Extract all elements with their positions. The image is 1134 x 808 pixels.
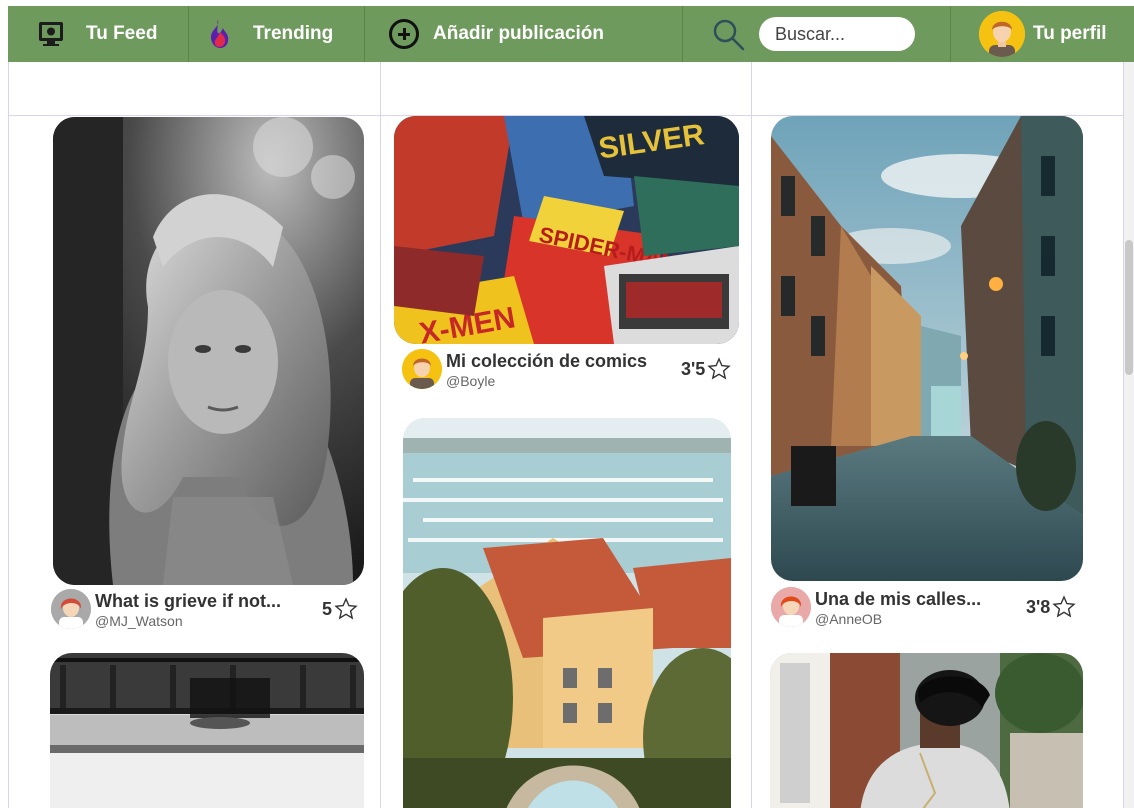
search-icon[interactable] (711, 17, 745, 51)
rating-value: 3'5 (681, 358, 706, 379)
column-divider (8, 62, 9, 808)
scrollbar-thumb[interactable] (1125, 240, 1133, 375)
author-avatar[interactable] (402, 349, 442, 389)
nav-add-post-button[interactable]: Añadir publicación (365, 6, 683, 62)
post-rating: 3'5 (681, 357, 731, 381)
top-navbar: Tu Feed Trending Añadir publicación Busc… (8, 6, 1134, 62)
nav-profile-label: Tu perfil (1033, 23, 1107, 44)
plus-circle-icon (389, 19, 419, 49)
scrollbar-track[interactable] (1124, 62, 1134, 808)
user-avatar (979, 11, 1025, 57)
post-image-man-cap[interactable] (770, 653, 1083, 808)
star-icon[interactable] (334, 597, 358, 621)
nav-add-post-label: Añadir publicación (433, 23, 605, 44)
post-rating: 5 (322, 597, 358, 621)
post-meta: Una de mis calles... @AnneOB (771, 587, 981, 627)
post-title[interactable]: Mi colección de comics (446, 349, 647, 373)
computer-icon (38, 21, 64, 47)
column-divider (380, 62, 381, 808)
flame-icon (207, 19, 231, 49)
post-title[interactable]: What is grieve if not... (95, 589, 281, 613)
nav-feed-label: Tu Feed (86, 23, 158, 44)
post-username[interactable]: @Boyle (446, 373, 647, 389)
nav-profile-button[interactable]: Tu perfil (951, 6, 1134, 62)
post-title[interactable]: Una de mis calles... (815, 587, 981, 611)
nav-trending-button[interactable]: Trending (189, 6, 365, 62)
post-image-comics[interactable]: SILVER SPIDER-MAN X-MEN (394, 116, 739, 344)
rating-value: 5 (322, 598, 333, 619)
author-avatar[interactable] (51, 589, 91, 629)
star-icon[interactable] (1052, 595, 1076, 619)
author-avatar[interactable] (771, 587, 811, 627)
nav-trending-label: Trending (253, 23, 334, 44)
post-image-portrait[interactable] (53, 117, 364, 585)
column-divider (751, 62, 752, 808)
post-image-harbor[interactable] (403, 418, 731, 808)
post-rating: 3'8 (1026, 595, 1076, 619)
nav-feed-button[interactable]: Tu Feed (8, 6, 189, 62)
star-icon[interactable] (707, 357, 731, 381)
post-image-street[interactable] (50, 653, 364, 808)
post-meta: Mi colección de comics @Boyle (402, 349, 647, 389)
post-meta: What is grieve if not... @MJ_Watson (51, 589, 281, 629)
post-username[interactable]: @AnneOB (815, 611, 981, 627)
nav-search-area (683, 6, 951, 62)
search-input[interactable] (759, 17, 915, 51)
post-image-alley[interactable] (771, 116, 1083, 581)
post-username[interactable]: @MJ_Watson (95, 613, 281, 629)
rating-value: 3'8 (1026, 596, 1051, 617)
